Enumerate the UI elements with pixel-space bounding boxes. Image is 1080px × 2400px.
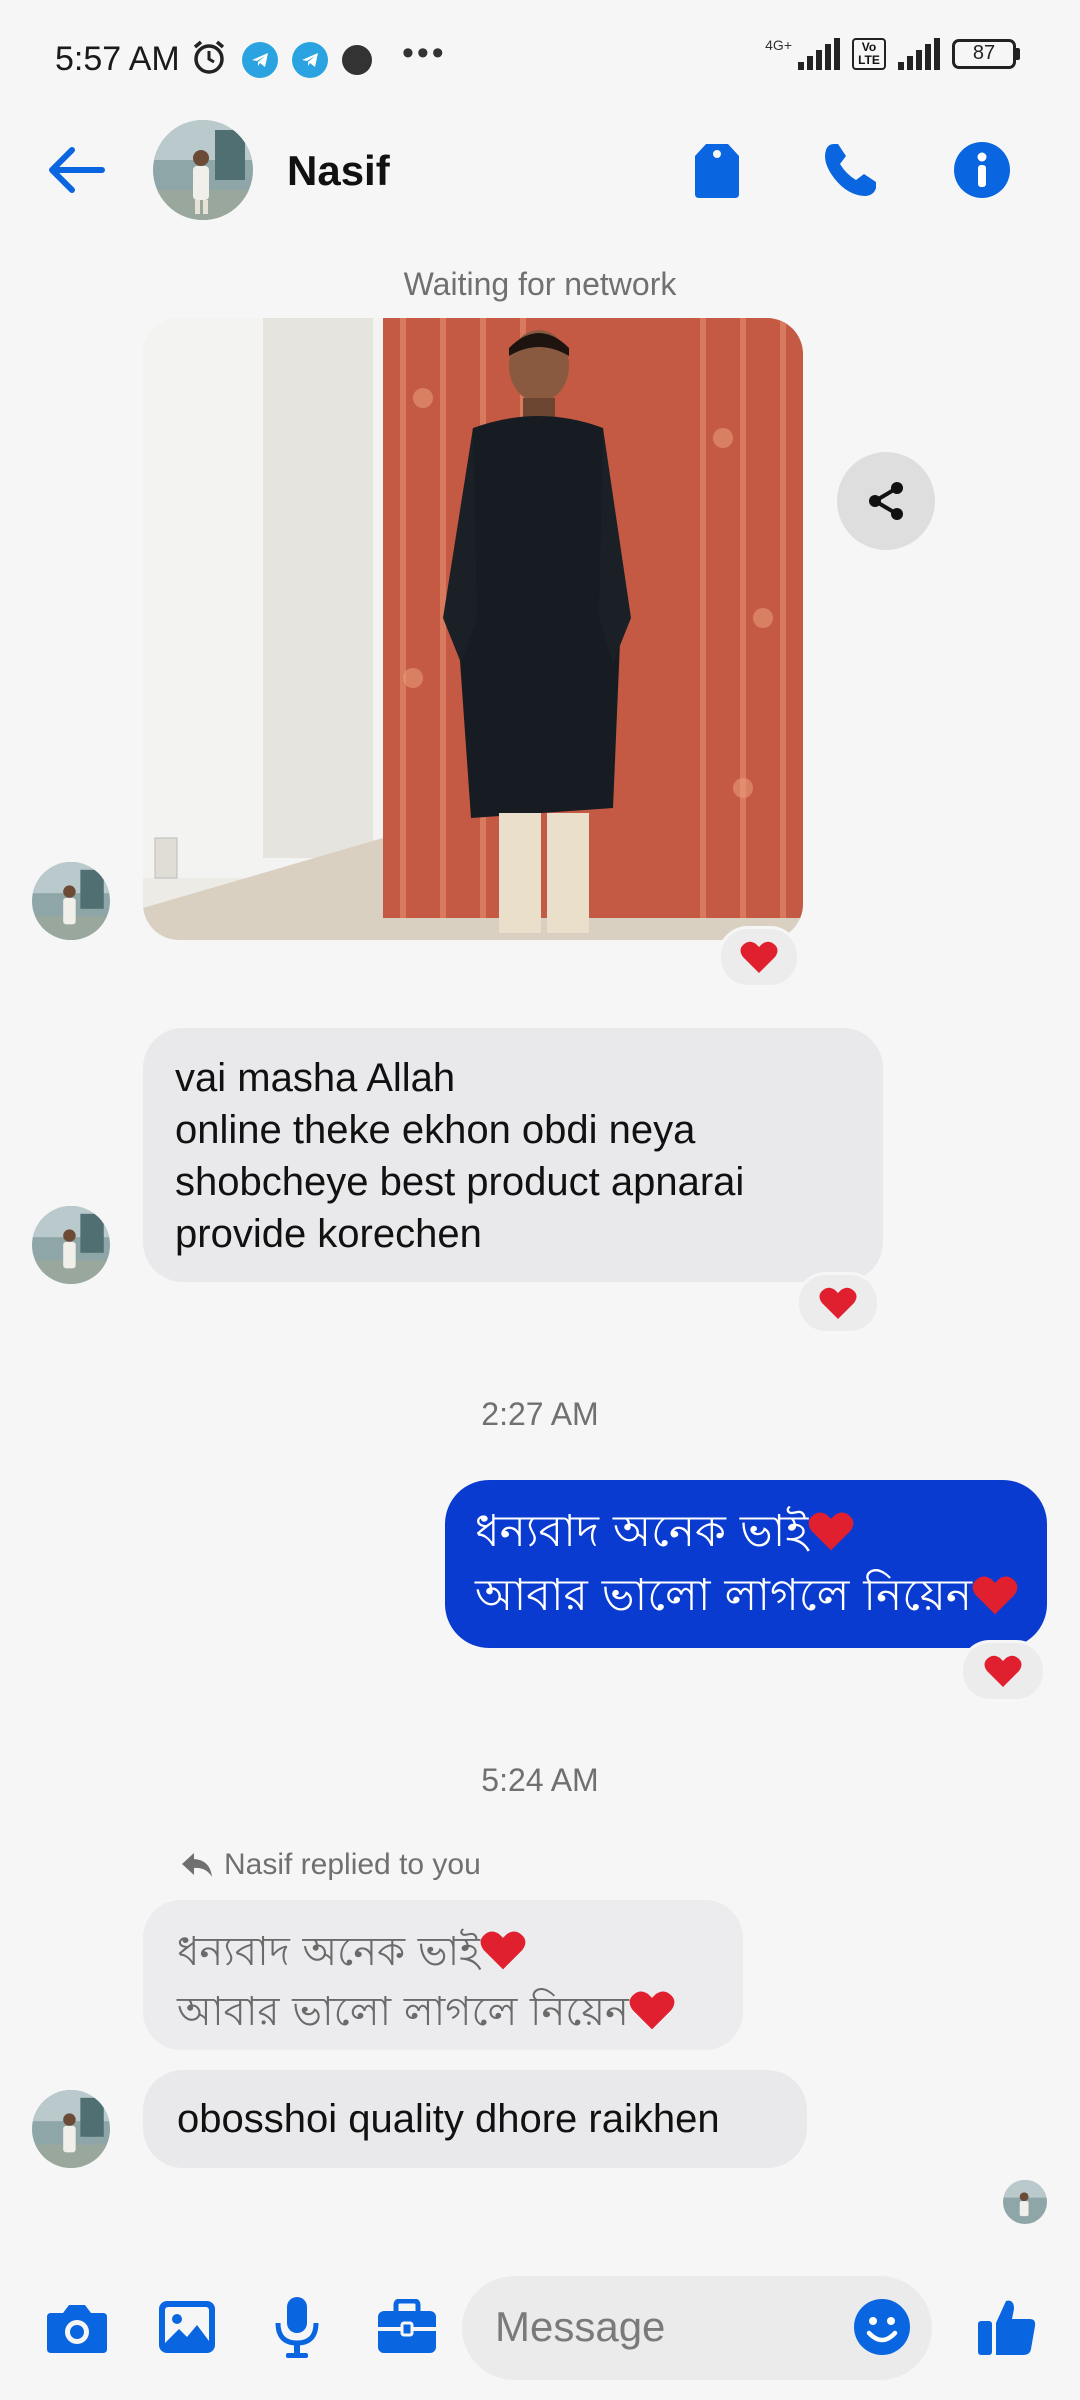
battery-icon: 87 bbox=[952, 39, 1020, 69]
timestamp: 5:24 AM bbox=[481, 1762, 599, 1798]
message-placeholder: Message bbox=[495, 2303, 666, 2350]
microphone-icon[interactable] bbox=[262, 2292, 332, 2362]
tag-icon[interactable] bbox=[682, 132, 752, 208]
phone-icon[interactable] bbox=[815, 132, 885, 208]
volte-badge: Vo LTE bbox=[852, 38, 886, 70]
message-line: provide korechen bbox=[175, 1212, 482, 1256]
briefcase-icon[interactable] bbox=[372, 2292, 442, 2362]
thumbs-up-icon[interactable] bbox=[972, 2292, 1042, 2362]
message-line: ধন্যবাদ অনেক ভাই bbox=[475, 1506, 809, 1557]
read-receipt-avatar bbox=[1003, 2180, 1047, 2224]
heart-emoji-icon bbox=[629, 1991, 675, 2030]
message-line: online theke ekhon obdi neya bbox=[175, 1108, 696, 1152]
info-icon[interactable] bbox=[947, 132, 1017, 208]
avatar[interactable] bbox=[153, 120, 253, 220]
incoming-message[interactable]: obosshoi quality dhore raikhen bbox=[143, 2070, 807, 2168]
message-line: vai masha Allah bbox=[175, 1056, 456, 1100]
camera-icon[interactable] bbox=[42, 2292, 112, 2362]
heart-emoji-icon bbox=[972, 1576, 1018, 1615]
gallery-icon[interactable] bbox=[152, 2292, 222, 2362]
heart-emoji-icon bbox=[808, 1512, 854, 1551]
quoted-message[interactable]: ধন্যবাদ অনেক ভাই আবার ভালো লাগলে নিয়েন bbox=[143, 1900, 743, 2050]
incoming-message[interactable]: vai masha Allah online theke ekhon obdi … bbox=[143, 1028, 883, 1282]
avatar[interactable] bbox=[32, 2090, 110, 2168]
message-line: obosshoi quality dhore raikhen bbox=[177, 2097, 720, 2141]
heart-reaction[interactable] bbox=[718, 926, 800, 988]
avatar[interactable] bbox=[32, 1206, 110, 1284]
notification-icons: ••• bbox=[190, 34, 447, 81]
share-button[interactable] bbox=[837, 452, 935, 550]
more-dots-icon: ••• bbox=[402, 34, 447, 72]
reply-indicator: Nasif replied to you bbox=[180, 1848, 481, 1882]
timestamp: 2:27 AM bbox=[481, 1396, 599, 1432]
emoji-icon[interactable] bbox=[852, 2297, 912, 2357]
status-indicators: 4G+ Vo LTE 87 bbox=[765, 37, 1020, 70]
heart-reaction[interactable] bbox=[960, 1640, 1046, 1702]
signal-icon bbox=[798, 38, 840, 70]
signal-icon bbox=[898, 38, 940, 70]
photo-message[interactable] bbox=[143, 318, 803, 940]
network-status: Waiting for network bbox=[403, 266, 677, 302]
reply-arrow-icon bbox=[182, 1853, 212, 1877]
status-bar: 5:57 AM ••• 4G+ Vo LTE 87 bbox=[0, 0, 1080, 120]
heart-emoji-icon bbox=[480, 1931, 526, 1970]
app-icon bbox=[342, 44, 372, 75]
battery-level: 87 bbox=[952, 39, 1016, 69]
telegram-icon bbox=[292, 41, 328, 78]
contact-name[interactable]: Nasif bbox=[287, 147, 390, 195]
quoted-line: ধন্যবাদ অনেক ভাই bbox=[177, 1929, 480, 1975]
outgoing-message[interactable]: ধন্যবাদ অনেক ভাই আবার ভালো লাগলে নিয়েন bbox=[445, 1480, 1047, 1648]
message-line: shobcheye best product apnarai bbox=[175, 1160, 745, 1204]
heart-reaction[interactable] bbox=[796, 1272, 880, 1334]
avatar[interactable] bbox=[32, 862, 110, 940]
telegram-icon bbox=[242, 41, 278, 78]
reply-note-text: Nasif replied to you bbox=[224, 1848, 481, 1881]
alarm-icon bbox=[190, 38, 228, 81]
network-type: 4G+ bbox=[765, 37, 792, 53]
message-line: আবার ভালো লাগলে নিয়েন bbox=[475, 1570, 973, 1621]
status-time: 5:57 AM bbox=[55, 40, 180, 78]
back-arrow-icon[interactable] bbox=[42, 140, 112, 200]
quoted-line: আবার ভালো লাগলে নিয়েন bbox=[177, 1989, 629, 2035]
